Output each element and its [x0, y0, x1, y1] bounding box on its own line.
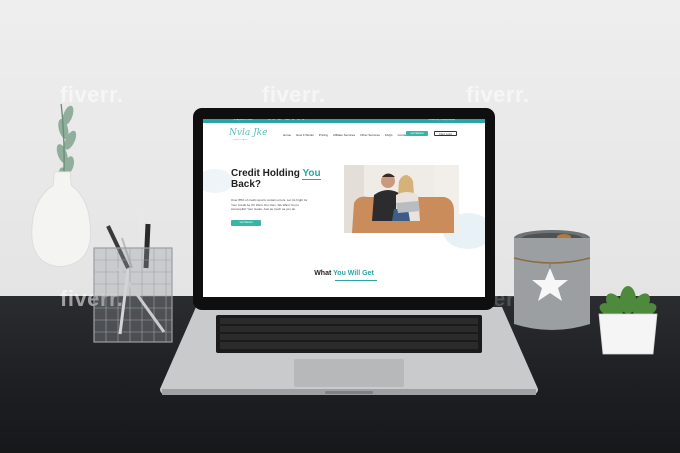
nav-link-home[interactable]: Home	[283, 133, 291, 137]
succulent-pot	[598, 286, 658, 355]
site-nav: Nvla Jke credit repair Home How It Works…	[203, 123, 485, 143]
topbar-contacts: f in ☎ phone ✉ email	[233, 119, 253, 121]
watermark: fiverr.	[466, 82, 530, 107]
watermark: fiverr.	[262, 82, 326, 107]
site-logo[interactable]: Nvla Jke	[229, 128, 267, 138]
nav-links: Home How It Works Pricing Affiliate Serv…	[283, 133, 408, 137]
desk-scene: fiverr. fiverr. fiverr. fiverr. fiverr. …	[0, 0, 680, 453]
decorative-blob	[203, 169, 233, 193]
nav-link-other-services[interactable]: Other Services	[360, 133, 380, 137]
features-title-accent: You Will Get	[333, 270, 374, 277]
site-logo-tagline: credit repair	[233, 139, 248, 141]
nav-link-how-it-works[interactable]: How It Works	[296, 133, 314, 137]
laptop-screen: f in ☎ phone ✉ email contact info | cred…	[203, 119, 485, 297]
hero-title-accent: You	[302, 168, 321, 180]
hero-description: Over 85% of credit reports contain error…	[231, 198, 308, 211]
get-started-nav-button[interactable]: Get Started	[406, 131, 428, 136]
hero-photo	[344, 165, 459, 233]
nav-link-pricing[interactable]: Pricing	[319, 133, 328, 137]
watermark: fiverr.	[267, 119, 305, 123]
features-underline	[335, 280, 377, 281]
vase-with-plant	[31, 104, 91, 268]
topbar-info: contact info | credit@example	[428, 119, 455, 121]
nav-link-faqs[interactable]: FAQs	[385, 133, 393, 137]
nav-link-affiliate[interactable]: Affiliate Services	[333, 133, 355, 137]
hero-get-started-button[interactable]: Get Started	[231, 220, 261, 226]
features-title: What You Will Get	[314, 270, 374, 277]
laptop-base	[160, 307, 538, 395]
hero-title: Credit Holding You Back?	[231, 168, 321, 190]
client-login-button[interactable]: Client Login	[434, 131, 457, 136]
